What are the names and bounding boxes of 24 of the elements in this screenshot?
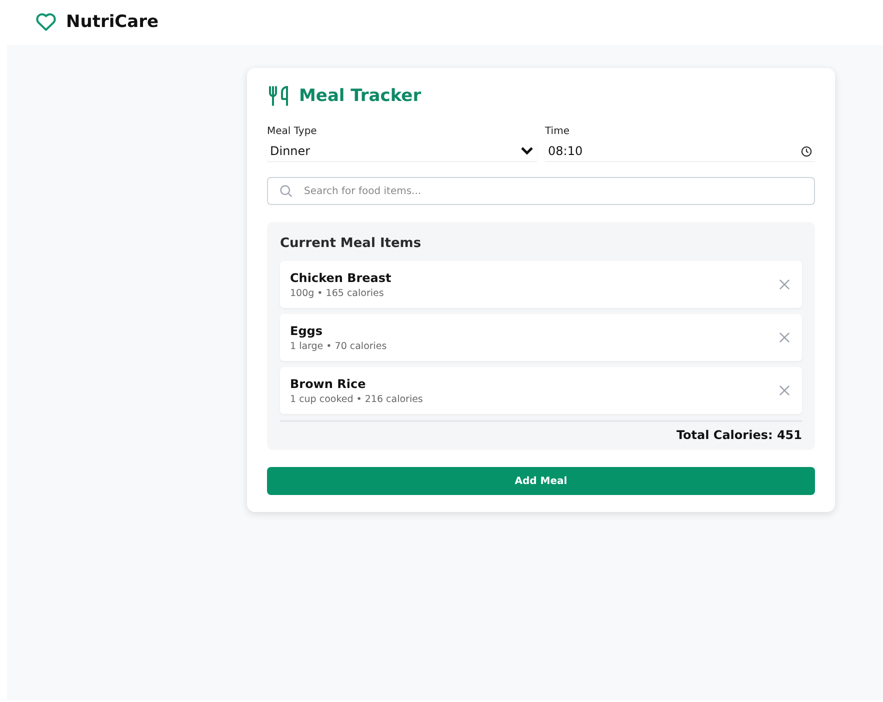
close-icon[interactable] <box>779 332 790 343</box>
item-name: Chicken Breast <box>290 270 392 284</box>
field-label: Time <box>545 126 570 137</box>
card-title: Meal Tracker <box>299 86 422 106</box>
item-detail: 100g • 165 calories <box>290 288 385 298</box>
item-detail: 1 cup cooked • 216 calories <box>290 394 423 404</box>
item-name: Eggs <box>290 324 324 338</box>
fork-knife-icon <box>267 84 291 108</box>
heart-icon <box>34 11 58 33</box>
field-label: Meal Type <box>267 126 318 137</box>
brand-name: NutriCare <box>66 12 159 32</box>
total-calories: Total Calories: 451 <box>676 428 802 442</box>
search-icon <box>279 184 293 198</box>
close-icon[interactable] <box>779 279 790 290</box>
close-icon[interactable] <box>779 385 790 396</box>
section-title: Current Meal Items <box>280 236 422 251</box>
chevron-down-icon <box>520 146 534 156</box>
time-input[interactable]: 08:10 <box>545 141 815 161</box>
clock-icon <box>801 146 812 156</box>
add-meal-button[interactable]: Add Meal <box>267 467 815 495</box>
meal-type-select[interactable]: Dinner <box>267 141 537 161</box>
item-detail: 1 large • 70 calories <box>290 340 387 352</box>
search-field[interactable]: Search for food items... <box>267 177 815 205</box>
item-name: Brown Rice <box>290 376 367 390</box>
